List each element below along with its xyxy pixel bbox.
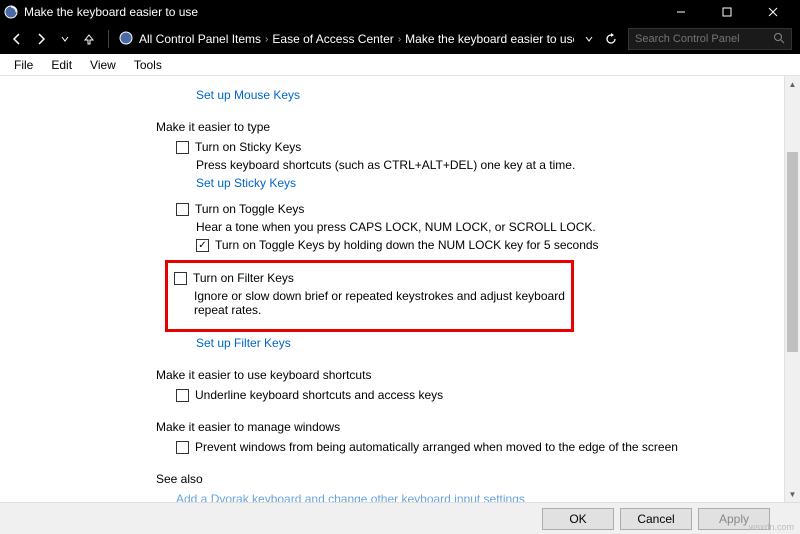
section-keyboard-shortcuts: Make it easier to use keyboard shortcuts…: [156, 368, 744, 402]
chevron-right-icon: ›: [398, 34, 401, 45]
section-make-easier-type: Make it easier to type Turn on Sticky Ke…: [156, 120, 744, 252]
setup-mouse-keys-link[interactable]: Set up Mouse Keys: [196, 88, 784, 102]
close-button[interactable]: [750, 0, 796, 24]
up-button[interactable]: [80, 30, 98, 48]
watermark: wsxdn.com: [749, 522, 794, 532]
underline-shortcuts-checkbox[interactable]: [176, 389, 189, 402]
toggle-keys-hold-row: Turn on Toggle Keys by holding down the …: [196, 238, 744, 252]
sticky-keys-checkbox[interactable]: [176, 141, 189, 154]
nav-separator: [108, 30, 109, 48]
section-heading: Make it easier to type: [156, 120, 744, 134]
toggle-keys-desc: Hear a tone when you press CAPS LOCK, NU…: [196, 220, 744, 234]
setup-filter-keys-link[interactable]: Set up Filter Keys: [196, 336, 744, 350]
toggle-keys-hold-checkbox[interactable]: [196, 239, 209, 252]
search-icon[interactable]: [773, 32, 785, 47]
prevent-arrange-label[interactable]: Prevent windows from being automatically…: [195, 440, 678, 454]
breadcrumb-item[interactable]: Make the keyboard easier to use: [405, 32, 574, 46]
sticky-keys-row: Turn on Sticky Keys: [176, 140, 744, 154]
recent-dropdown-icon[interactable]: [56, 30, 74, 48]
setup-sticky-keys-link[interactable]: Set up Sticky Keys: [196, 176, 744, 190]
underline-shortcuts-row: Underline keyboard shortcuts and access …: [176, 388, 744, 402]
refresh-button[interactable]: [602, 30, 620, 48]
menu-view[interactable]: View: [82, 56, 124, 74]
scroll-up-button[interactable]: ▲: [785, 76, 800, 92]
section-see-also: See also Add a Dvorak keyboard and chang…: [156, 472, 744, 502]
menu-tools[interactable]: Tools: [126, 56, 170, 74]
filter-keys-desc: Ignore or slow down brief or repeated ke…: [194, 289, 565, 317]
toggle-keys-row: Turn on Toggle Keys: [176, 202, 744, 216]
maximize-button[interactable]: [704, 0, 750, 24]
chevron-right-icon: ›: [265, 34, 268, 45]
scroll-track[interactable]: [785, 92, 800, 486]
filter-keys-highlight: Turn on Filter Keys Ignore or slow down …: [165, 260, 574, 332]
toggle-keys-checkbox[interactable]: [176, 203, 189, 216]
ok-button[interactable]: OK: [542, 508, 614, 530]
filter-keys-label[interactable]: Turn on Filter Keys: [193, 271, 294, 285]
back-button[interactable]: [8, 30, 26, 48]
content: Set up Mouse Keys Make it easier to type…: [0, 76, 800, 502]
vertical-scrollbar[interactable]: ▲ ▼: [784, 76, 800, 502]
sticky-keys-label[interactable]: Turn on Sticky Keys: [195, 140, 301, 154]
sticky-keys-desc: Press keyboard shortcuts (such as CTRL+A…: [196, 158, 744, 172]
see-also-heading: See also: [156, 472, 744, 486]
forward-button[interactable]: [32, 30, 50, 48]
address-dropdown-icon[interactable]: [580, 30, 598, 48]
titlebar: Make the keyboard easier to use: [0, 0, 800, 24]
window-controls: [658, 0, 796, 24]
menu-edit[interactable]: Edit: [43, 56, 80, 74]
filter-keys-link-section: Set up Filter Keys: [156, 336, 744, 350]
window-title: Make the keyboard easier to use: [24, 5, 658, 19]
toggle-keys-label[interactable]: Turn on Toggle Keys: [195, 202, 304, 216]
cancel-button[interactable]: Cancel: [620, 508, 692, 530]
prevent-arrange-row: Prevent windows from being automatically…: [176, 440, 744, 454]
navbar: All Control Panel Items › Ease of Access…: [0, 24, 800, 54]
section-manage-windows: Make it easier to manage windows Prevent…: [156, 420, 744, 454]
address-icon: [119, 31, 133, 48]
breadcrumb-item[interactable]: All Control Panel Items: [139, 32, 261, 46]
search-input[interactable]: [635, 33, 769, 45]
toggle-keys-hold-label[interactable]: Turn on Toggle Keys by holding down the …: [215, 238, 599, 252]
dvorak-keyboard-link[interactable]: Add a Dvorak keyboard and change other k…: [176, 492, 744, 502]
section-heading: Make it easier to manage windows: [156, 420, 744, 434]
section-heading: Make it easier to use keyboard shortcuts: [156, 368, 744, 382]
app-icon: [4, 5, 18, 19]
nav-right: [580, 28, 792, 50]
search-box[interactable]: [628, 28, 792, 50]
footer: OK Cancel Apply: [0, 502, 800, 534]
breadcrumb-item[interactable]: Ease of Access Center: [272, 32, 393, 46]
scroll-thumb[interactable]: [787, 152, 798, 352]
breadcrumb[interactable]: All Control Panel Items › Ease of Access…: [139, 32, 574, 46]
menubar: File Edit View Tools: [0, 54, 800, 76]
scroll-area: Set up Mouse Keys Make it easier to type…: [0, 76, 784, 502]
prevent-arrange-checkbox[interactable]: [176, 441, 189, 454]
filter-keys-checkbox[interactable]: [174, 272, 187, 285]
filter-keys-row: Turn on Filter Keys: [174, 271, 565, 285]
minimize-button[interactable]: [658, 0, 704, 24]
underline-shortcuts-label[interactable]: Underline keyboard shortcuts and access …: [195, 388, 443, 402]
scroll-down-button[interactable]: ▼: [785, 486, 800, 502]
menu-file[interactable]: File: [6, 56, 41, 74]
